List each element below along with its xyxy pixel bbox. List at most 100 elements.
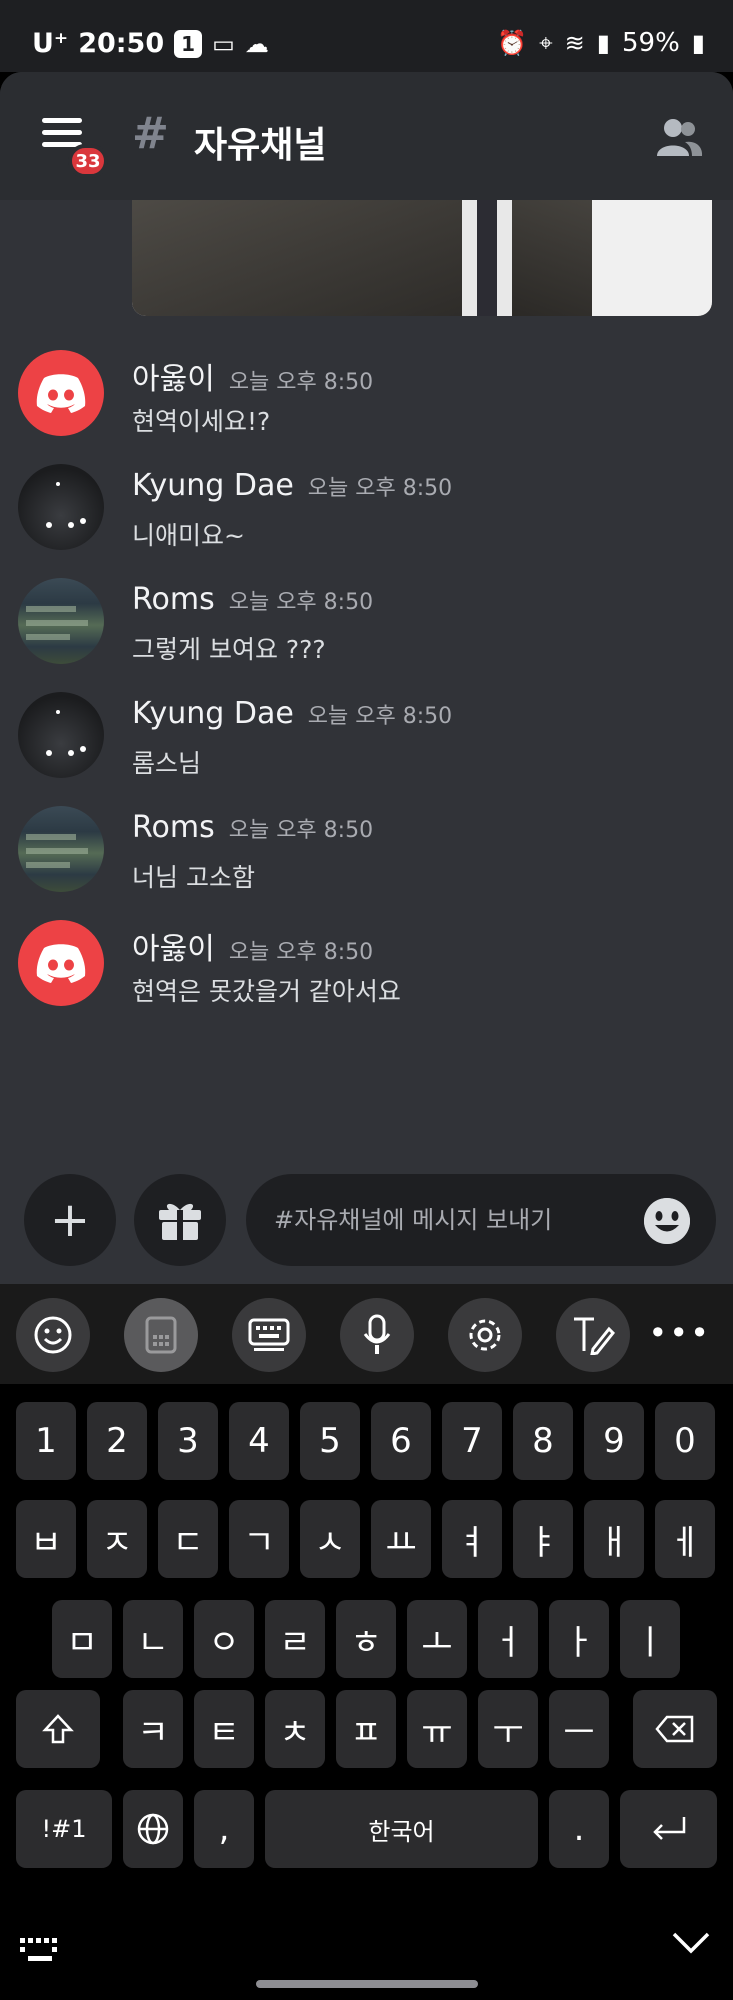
key[interactable]: ㅑ bbox=[513, 1500, 573, 1578]
key[interactable]: 4 bbox=[229, 1402, 289, 1480]
timestamp: 오늘 오후 8:50 bbox=[228, 370, 374, 395]
key[interactable]: ㅎ bbox=[336, 1600, 396, 1678]
key[interactable]: ㅕ bbox=[442, 1500, 502, 1578]
avatar-detail bbox=[80, 518, 86, 524]
author-name[interactable]: Roms bbox=[132, 810, 215, 845]
status-left: U⁺ 20:50 1 ▭ ☁ bbox=[32, 28, 269, 59]
avatar[interactable] bbox=[18, 464, 104, 550]
keyboard-layout-button[interactable] bbox=[232, 1298, 306, 1372]
menu-button[interactable]: 33 bbox=[36, 118, 108, 178]
space-key[interactable]: 한국어 bbox=[265, 1790, 538, 1868]
key[interactable]: 0 bbox=[655, 1402, 715, 1480]
emoji-keyboard-button[interactable] bbox=[16, 1298, 90, 1372]
key[interactable]: ㄷ bbox=[158, 1500, 218, 1578]
key[interactable]: ㅈ bbox=[87, 1500, 147, 1578]
avatar[interactable] bbox=[18, 692, 104, 778]
key[interactable]: ㄴ bbox=[123, 1600, 183, 1678]
message-input[interactable] bbox=[274, 1198, 614, 1242]
key[interactable]: ㅐ bbox=[584, 1500, 644, 1578]
avatar-detail bbox=[68, 522, 74, 528]
key[interactable]: 3 bbox=[158, 1402, 218, 1480]
comma-key[interactable]: , bbox=[194, 1790, 254, 1868]
home-indicator[interactable] bbox=[256, 1980, 478, 1988]
key[interactable]: ㅗ bbox=[407, 1600, 467, 1678]
key[interactable]: ㅌ bbox=[194, 1690, 254, 1768]
message[interactable]: Kyung Dae 오늘 오후 8:50 니애미요~ bbox=[0, 464, 733, 574]
key[interactable]: 9 bbox=[584, 1402, 644, 1480]
channel-header: 33 # 자유채널 bbox=[0, 72, 733, 200]
backspace-icon bbox=[655, 1715, 694, 1743]
avatar-detail bbox=[46, 522, 52, 528]
key[interactable]: ㅠ bbox=[407, 1690, 467, 1768]
key[interactable]: 8 bbox=[513, 1402, 573, 1480]
author-name[interactable]: Kyung Dae bbox=[132, 696, 294, 731]
voice-input-button[interactable] bbox=[340, 1298, 414, 1372]
message-text: 롬스님 bbox=[132, 749, 202, 778]
add-attachment-button[interactable]: + bbox=[24, 1174, 116, 1266]
keyboard-switch-icon[interactable] bbox=[18, 1936, 62, 1972]
key[interactable]: ㅅ bbox=[300, 1500, 360, 1578]
enter-icon bbox=[652, 1817, 685, 1840]
symbols-key[interactable]: !#1 bbox=[16, 1790, 112, 1868]
message[interactable]: Roms 오늘 오후 8:50 그렇게 보여요 ??? bbox=[0, 578, 733, 688]
message[interactable]: 아옳이 오늘 오후 8:50 현역은 못갔을거 같아서요 bbox=[0, 920, 733, 1030]
discord-icon bbox=[36, 374, 86, 413]
key[interactable]: ㅡ bbox=[549, 1690, 609, 1768]
backspace-key[interactable] bbox=[633, 1690, 717, 1768]
key[interactable]: 7 bbox=[442, 1402, 502, 1480]
wifi-icon: ≋ bbox=[564, 29, 585, 57]
gift-button[interactable] bbox=[134, 1174, 226, 1266]
avatar[interactable] bbox=[18, 806, 104, 892]
key[interactable]: ㄱ bbox=[229, 1500, 289, 1578]
key[interactable]: ㅋ bbox=[123, 1690, 183, 1768]
key[interactable]: 2 bbox=[87, 1402, 147, 1480]
notification-badge: 1 bbox=[174, 29, 203, 58]
key[interactable]: ㅣ bbox=[620, 1600, 680, 1678]
key[interactable]: 6 bbox=[371, 1402, 431, 1480]
avatar[interactable] bbox=[18, 350, 104, 436]
key[interactable]: ㅇ bbox=[194, 1600, 254, 1678]
keyboard-settings-button[interactable] bbox=[448, 1298, 522, 1372]
key[interactable]: ㅊ bbox=[265, 1690, 325, 1768]
enter-key[interactable] bbox=[620, 1790, 717, 1868]
key[interactable]: ㅏ bbox=[549, 1600, 609, 1678]
key[interactable]: ㅔ bbox=[655, 1500, 715, 1578]
shift-key[interactable] bbox=[16, 1690, 100, 1768]
key[interactable]: ㅍ bbox=[336, 1690, 396, 1768]
emoji-icon[interactable] bbox=[644, 1198, 690, 1244]
image-region bbox=[592, 200, 712, 316]
language-key[interactable] bbox=[123, 1790, 183, 1868]
location-icon: ⌖ bbox=[539, 29, 553, 57]
key[interactable]: 1 bbox=[16, 1402, 76, 1480]
avatar-detail bbox=[46, 750, 52, 756]
avatar[interactable] bbox=[18, 920, 104, 1006]
period-key[interactable]: . bbox=[549, 1790, 609, 1868]
plus-icon: + bbox=[49, 1192, 91, 1248]
message[interactable]: Roms 오늘 오후 8:50 너님 고소함 bbox=[0, 806, 733, 916]
message-text: 현역이세요!? bbox=[132, 407, 271, 436]
key[interactable]: ㅂ bbox=[16, 1500, 76, 1578]
key[interactable]: ㅁ bbox=[52, 1600, 112, 1678]
settings-icon bbox=[469, 1319, 501, 1351]
key[interactable]: ㅛ bbox=[371, 1500, 431, 1578]
author-name[interactable]: Kyung Dae bbox=[132, 468, 294, 503]
message[interactable]: 아옳이 오늘 오후 8:50 현역이세요!? bbox=[0, 350, 733, 460]
handwriting-button[interactable] bbox=[556, 1298, 630, 1372]
avatar-detail bbox=[80, 746, 86, 752]
key[interactable]: ㄹ bbox=[265, 1600, 325, 1678]
author-name[interactable]: 아옳이 bbox=[132, 924, 215, 968]
author-name[interactable]: 아옳이 bbox=[132, 354, 215, 398]
avatar[interactable] bbox=[18, 578, 104, 664]
author-name[interactable]: Roms bbox=[132, 582, 215, 617]
message[interactable]: Kyung Dae 오늘 오후 8:50 롬스님 bbox=[0, 692, 733, 802]
avatar-detail bbox=[26, 862, 70, 868]
discord-icon bbox=[36, 944, 86, 983]
key[interactable]: ㅓ bbox=[478, 1600, 538, 1678]
key[interactable]: ㅜ bbox=[478, 1690, 538, 1768]
members-icon[interactable] bbox=[655, 116, 703, 160]
image-attachment[interactable] bbox=[132, 200, 712, 316]
clipboard-button[interactable] bbox=[124, 1298, 198, 1372]
key[interactable]: 5 bbox=[300, 1402, 360, 1480]
chevron-down-icon[interactable] bbox=[671, 1924, 711, 1964]
more-options-icon[interactable]: ••• bbox=[648, 1314, 711, 1352]
